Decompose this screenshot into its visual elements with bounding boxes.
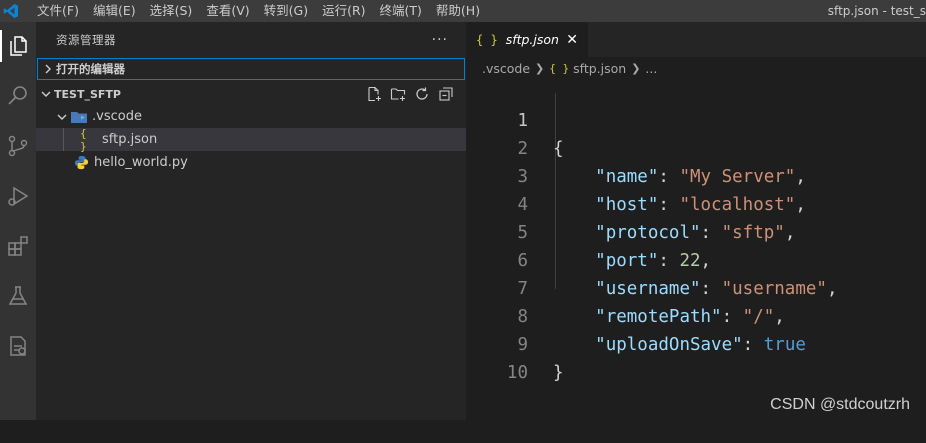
watermark: CSDN @stdcoutzrh xyxy=(770,396,910,413)
tree-file-sftp-json[interactable]: { } sftp.json xyxy=(36,126,466,153)
menu-view[interactable]: 查看(V) xyxy=(199,0,256,22)
chevron-down-icon xyxy=(38,86,54,102)
close-icon[interactable]: ✕ xyxy=(566,32,578,48)
title-bar: 文件(F) 编辑(E) 选择(S) 查看(V) 转到(G) 运行(R) 终端(T… xyxy=(0,0,926,22)
breadcrumb: .vscode ❯ { } sftp.json ❯ ... xyxy=(466,57,926,79)
menu-run[interactable]: 运行(R) xyxy=(315,0,372,22)
code-line: 9 } xyxy=(466,303,926,383)
tree-label: .vscode xyxy=(92,109,142,124)
menu-help[interactable]: 帮助(H) xyxy=(429,0,487,22)
tree-label: hello_world.py xyxy=(94,155,188,170)
indent-guide xyxy=(63,128,64,151)
tree-folder-vscode[interactable]: .vscode xyxy=(36,105,466,128)
code-editor[interactable]: 1 { 2 "name": "My Server", 3 "host": "lo… xyxy=(466,79,926,383)
remote-explorer-icon[interactable] xyxy=(0,326,36,366)
collapse-all-icon[interactable] xyxy=(434,84,458,104)
tab-bar: { } sftp.json ✕ xyxy=(466,22,926,57)
folder-name: TEST_SFTP xyxy=(54,87,121,101)
search-icon[interactable] xyxy=(0,76,36,116)
menu-go[interactable]: 转到(G) xyxy=(257,0,315,22)
open-editors-label: 打开的编辑器 xyxy=(56,62,125,76)
code-line: 8 "uploadOnSave": true xyxy=(466,275,926,355)
chevron-down-icon xyxy=(54,109,70,125)
tab-sftp-json[interactable]: { } sftp.json ✕ xyxy=(466,22,588,57)
editor-area: { } sftp.json ✕ .vscode ❯ { } sftp.json … xyxy=(466,22,926,420)
new-folder-icon[interactable] xyxy=(386,84,410,104)
python-file-icon xyxy=(72,155,90,171)
window-title: sftp.json - test_s xyxy=(827,4,926,18)
explorer-icon[interactable] xyxy=(0,26,36,66)
json-file-icon: { } xyxy=(80,126,87,153)
breadcrumb-item-vscode[interactable]: .vscode xyxy=(482,61,530,76)
code-line: 6 "username": "username", xyxy=(466,219,926,299)
json-file-icon: { } xyxy=(549,61,570,75)
sidebar-title: 资源管理器 xyxy=(56,33,116,47)
testing-icon[interactable] xyxy=(0,276,36,316)
open-editors-section[interactable]: 打开的编辑器 xyxy=(37,58,465,80)
menu-terminal[interactable]: 终端(T) xyxy=(373,0,429,22)
code-line: 4 "protocol": "sftp", xyxy=(466,163,926,243)
activity-bar xyxy=(0,22,36,420)
chevron-right-icon: ❯ xyxy=(535,61,545,75)
code-line: 10 xyxy=(466,331,926,383)
more-actions-button[interactable]: ··· xyxy=(432,32,448,48)
breadcrumb-item-symbol[interactable]: ... xyxy=(645,61,657,76)
run-debug-icon[interactable] xyxy=(0,176,36,216)
tree-label: sftp.json xyxy=(102,132,158,147)
menu-edit[interactable]: 编辑(E) xyxy=(86,0,143,22)
code-line: 5 "port": 22, xyxy=(466,191,926,271)
new-file-icon[interactable] xyxy=(362,84,386,104)
folder-section-header[interactable]: TEST_SFTP xyxy=(36,83,466,105)
json-file-icon: { } xyxy=(476,32,498,47)
extensions-icon[interactable] xyxy=(0,226,36,266)
code-line: 3 "host": "localhost", xyxy=(466,135,926,215)
chevron-right-icon xyxy=(40,61,56,77)
chevron-right-icon: ❯ xyxy=(631,61,641,75)
sidebar-header: 资源管理器 ··· xyxy=(36,22,466,58)
vscode-folder-icon xyxy=(70,109,88,125)
menu-bar: 文件(F) 编辑(E) 选择(S) 查看(V) 转到(G) 运行(R) 终端(T… xyxy=(30,0,487,22)
code-line: 1 { xyxy=(466,79,926,159)
vscode-logo-icon xyxy=(0,0,22,22)
explorer-sidebar: 资源管理器 ··· 打开的编辑器 TEST_SFTP .vscode {} s… xyxy=(36,22,466,420)
folder-actions xyxy=(362,84,466,104)
json-brace: } xyxy=(553,363,564,383)
menu-selection[interactable]: 选择(S) xyxy=(143,0,200,22)
tree-file-hello-world[interactable]: hello_world.py xyxy=(36,151,466,174)
refresh-icon[interactable] xyxy=(410,84,434,104)
breadcrumb-item-file[interactable]: sftp.json xyxy=(573,61,626,76)
code-line: 7 "remotePath": "/", xyxy=(466,247,926,327)
source-control-icon[interactable] xyxy=(0,126,36,166)
tab-label: sftp.json xyxy=(505,32,559,47)
line-number: 10 xyxy=(506,363,528,383)
menu-file[interactable]: 文件(F) xyxy=(30,0,86,22)
code-line: 2 "name": "My Server", xyxy=(466,107,926,187)
